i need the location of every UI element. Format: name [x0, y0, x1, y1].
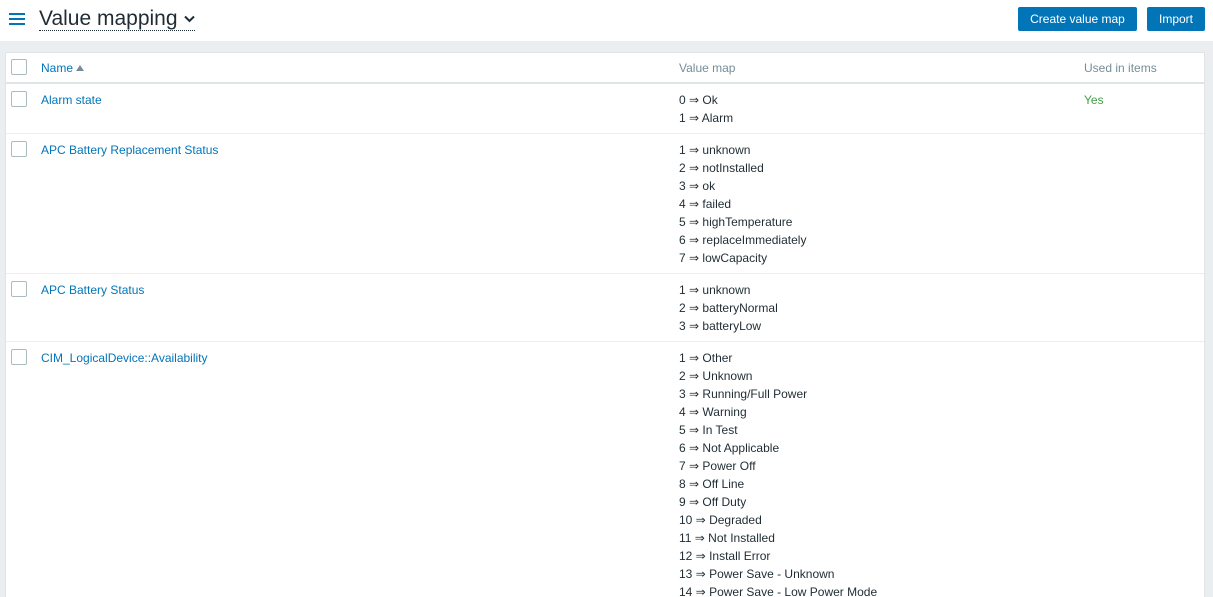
used-in-items-value: Yes [1084, 93, 1104, 107]
value-map-list: 1 ⇒ unknown 2 ⇒ notInstalled 3 ⇒ ok 4 ⇒ fai… [679, 143, 806, 269]
page-header: Value mapping Create value map Import [0, 0, 1213, 41]
value-map-entry: 9 ⇒ Off Duty [679, 495, 747, 509]
value-map-entry: 4 ⇒ Warning [679, 405, 747, 419]
row-checkbox[interactable] [11, 141, 27, 157]
value-map-name-link[interactable]: Alarm state [41, 93, 102, 107]
value-map-entry: 6 ⇒ replaceImmediately [679, 233, 807, 247]
value-map-entry: 5 ⇒ In Test [679, 423, 738, 437]
value-map-entry: 11 ⇒ Not Installed [679, 531, 775, 545]
value-map-name-link[interactable]: APC Battery Replacement Status [41, 143, 218, 157]
value-map-entry: 0 ⇒ Ok [679, 93, 718, 107]
sort-ascending-icon [76, 65, 85, 71]
create-value-map-button[interactable]: Create value map [1018, 7, 1137, 31]
value-map-entry: 3 ⇒ ok [679, 179, 716, 193]
value-map-entry: 7 ⇒ lowCapacity [679, 251, 768, 265]
value-map-entry: 3 ⇒ batteryLow [679, 319, 762, 333]
table-row: CIM_LogicalDevice::Availability 1 ⇒ Other… [6, 343, 1204, 597]
value-map-entry: 12 ⇒ Install Error [679, 549, 771, 563]
value-map-entry: 6 ⇒ Not Applicable [679, 441, 780, 455]
value-map-entry: 1 ⇒ Alarm [679, 111, 734, 125]
row-checkbox[interactable] [11, 91, 27, 107]
table-header: Name Value map Used in items [6, 53, 1204, 84]
value-map-entry: 7 ⇒ Power Off [679, 459, 756, 473]
page-title[interactable]: Value mapping [39, 7, 195, 31]
value-map-entry: 1 ⇒ Other [679, 351, 733, 365]
value-map-entry: 2 ⇒ Unknown [679, 369, 753, 383]
value-map-list: 0 ⇒ Ok 1 ⇒ Alarm [679, 93, 733, 129]
value-map-entry: 3 ⇒ Running/Full Power [679, 387, 808, 401]
column-header-used-in-items: Used in items [1084, 61, 1157, 75]
value-map-list: 1 ⇒ unknown 2 ⇒ batteryNormal 3 ⇒ batteryL… [679, 283, 778, 337]
value-map-entry: 2 ⇒ notInstalled [679, 161, 764, 175]
value-map-entry: 13 ⇒ Power Save - Unknown [679, 567, 835, 581]
table-row: Alarm state 0 ⇒ Ok 1 ⇒ Alarm Yes [6, 85, 1204, 134]
select-all-checkbox[interactable] [11, 59, 27, 75]
value-map-list: 1 ⇒ Other 2 ⇒ Unknown 3 ⇒ Running/Full Pow… [679, 351, 877, 597]
value-map-entry: 8 ⇒ Off Line [679, 477, 745, 491]
value-map-name-link[interactable]: APC Battery Status [41, 283, 144, 297]
value-map-entry: 2 ⇒ batteryNormal [679, 301, 778, 315]
value-map-entry: 10 ⇒ Degraded [679, 513, 762, 527]
row-checkbox[interactable] [11, 281, 27, 297]
value-map-entry: 4 ⇒ failed [679, 197, 732, 211]
value-map-entry: 5 ⇒ highTemperature [679, 215, 793, 229]
row-checkbox[interactable] [11, 349, 27, 365]
value-map-name-link[interactable]: CIM_LogicalDevice::Availability [41, 351, 208, 365]
value-map-table: Name Value map Used in items Alarm state… [5, 52, 1205, 597]
import-button[interactable]: Import [1147, 7, 1205, 31]
value-map-entry: 1 ⇒ unknown [679, 143, 751, 157]
menu-icon[interactable] [9, 13, 25, 26]
column-header-name-label: Name [41, 61, 74, 75]
table-row: APC Battery Status 1 ⇒ unknown 2 ⇒ battery… [6, 275, 1204, 342]
column-header-value-map: Value map [679, 61, 736, 75]
value-map-entry: 1 ⇒ unknown [679, 283, 751, 297]
table-row: APC Battery Replacement Status 1 ⇒ unknow… [6, 135, 1204, 274]
value-map-entry: 14 ⇒ Power Save - Low Power Mode [679, 585, 878, 597]
chevron-down-icon [183, 15, 195, 22]
column-header-name[interactable]: Name [41, 61, 85, 75]
page-title-text: Value mapping [39, 6, 178, 30]
